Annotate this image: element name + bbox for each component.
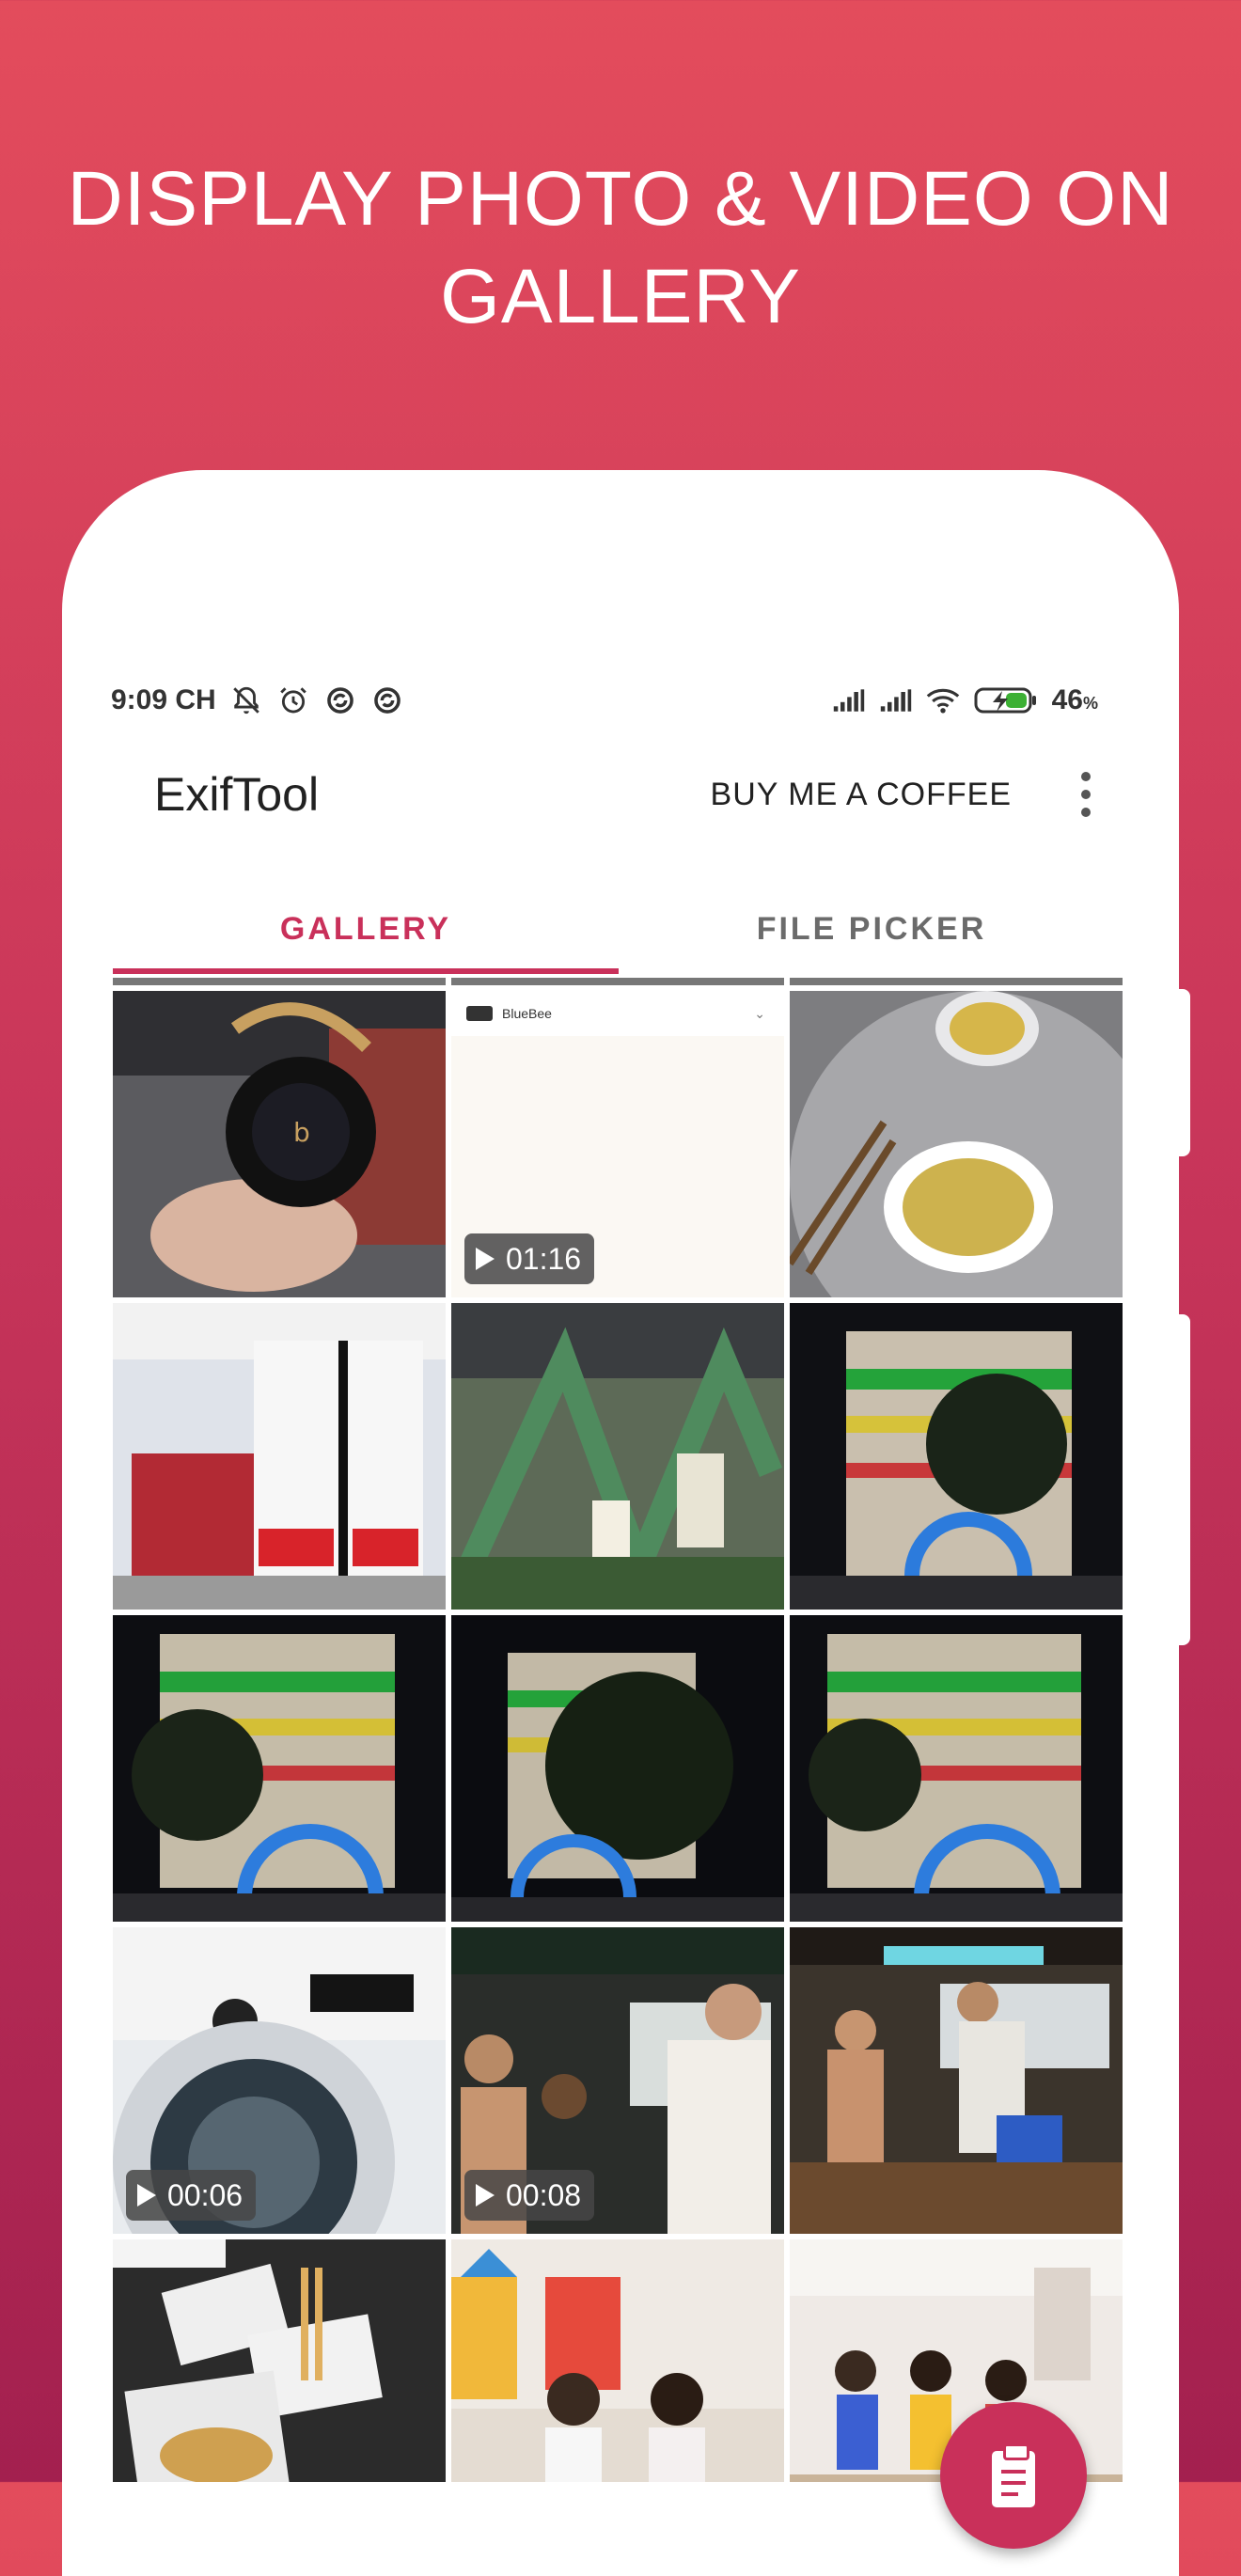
play-icon xyxy=(476,1248,495,1270)
app-bar: ExifTool BUY ME A COFFEE xyxy=(113,752,1109,837)
alarm-icon xyxy=(276,683,310,717)
play-icon xyxy=(476,2184,495,2207)
video-duration-badge: 00:06 xyxy=(126,2170,257,2221)
promo-headline: DISPLAY PHOTO & VIDEO ON GALLERY xyxy=(56,150,1185,346)
battery-charging-icon xyxy=(973,683,1039,717)
more-vert-icon[interactable] xyxy=(1072,766,1100,823)
screen-recording-app-label: BlueBee xyxy=(502,1006,552,1021)
headline-line-2: GALLERY xyxy=(440,254,801,339)
phone-side-button-volume xyxy=(1179,989,1190,1156)
muted-bell-icon xyxy=(229,683,263,717)
gallery-video-item[interactable]: BlueBee ⌄ 01:16 xyxy=(451,991,784,1297)
gallery-video-item[interactable]: 00:06 xyxy=(113,1927,446,2234)
gallery-item[interactable] xyxy=(451,2239,784,2482)
video-duration-badge: 00:08 xyxy=(464,2170,595,2221)
gallery-item[interactable] xyxy=(790,991,1123,1297)
gallery-item[interactable] xyxy=(113,1303,446,1610)
gallery-item[interactable] xyxy=(451,1303,784,1610)
gallery-item[interactable]: b xyxy=(113,991,446,1297)
app-title: ExifTool xyxy=(154,768,320,821)
gallery-item[interactable] xyxy=(790,1927,1123,2234)
battery-percentage: 46% xyxy=(1051,684,1098,715)
status-bar: 9:09 CH 46% xyxy=(111,677,1098,724)
status-time: 9:09 CH xyxy=(111,684,216,715)
gallery-item[interactable] xyxy=(113,2239,446,2482)
gallery-item[interactable] xyxy=(451,1615,784,1922)
gallery-item[interactable] xyxy=(790,1615,1123,1922)
svg-text:b: b xyxy=(293,1117,310,1148)
tab-file-picker[interactable]: FILE PICKER xyxy=(619,884,1124,974)
gallery-item[interactable] xyxy=(790,1303,1123,1610)
signal-icon xyxy=(879,683,913,717)
gallery-item[interactable] xyxy=(113,1615,446,1922)
signal-icon xyxy=(832,683,866,717)
play-icon xyxy=(137,2184,156,2207)
tab-gallery[interactable]: GALLERY xyxy=(113,884,619,974)
wifi-icon xyxy=(926,683,960,717)
gallery-video-item[interactable]: 00:08 xyxy=(451,1927,784,2234)
video-duration-badge: 01:16 xyxy=(464,1233,595,1284)
sync-icon xyxy=(323,683,357,717)
sync-icon xyxy=(370,683,404,717)
gallery-grid: b BlueBee ⌄ 01:16 00:06 00:08 xyxy=(113,978,1124,2482)
phone-side-button-power xyxy=(1179,1314,1190,1645)
screen-recording-header: BlueBee ⌄ xyxy=(451,991,784,1036)
headline-line-1: DISPLAY PHOTO & VIDEO ON xyxy=(67,156,1174,242)
clipboard-icon[interactable] xyxy=(940,2402,1087,2549)
buy-me-a-coffee-button[interactable]: BUY ME A COFFEE xyxy=(692,767,1030,823)
gallery-previous-row-edge xyxy=(113,978,1123,985)
tab-bar: GALLERY FILE PICKER xyxy=(113,884,1124,974)
